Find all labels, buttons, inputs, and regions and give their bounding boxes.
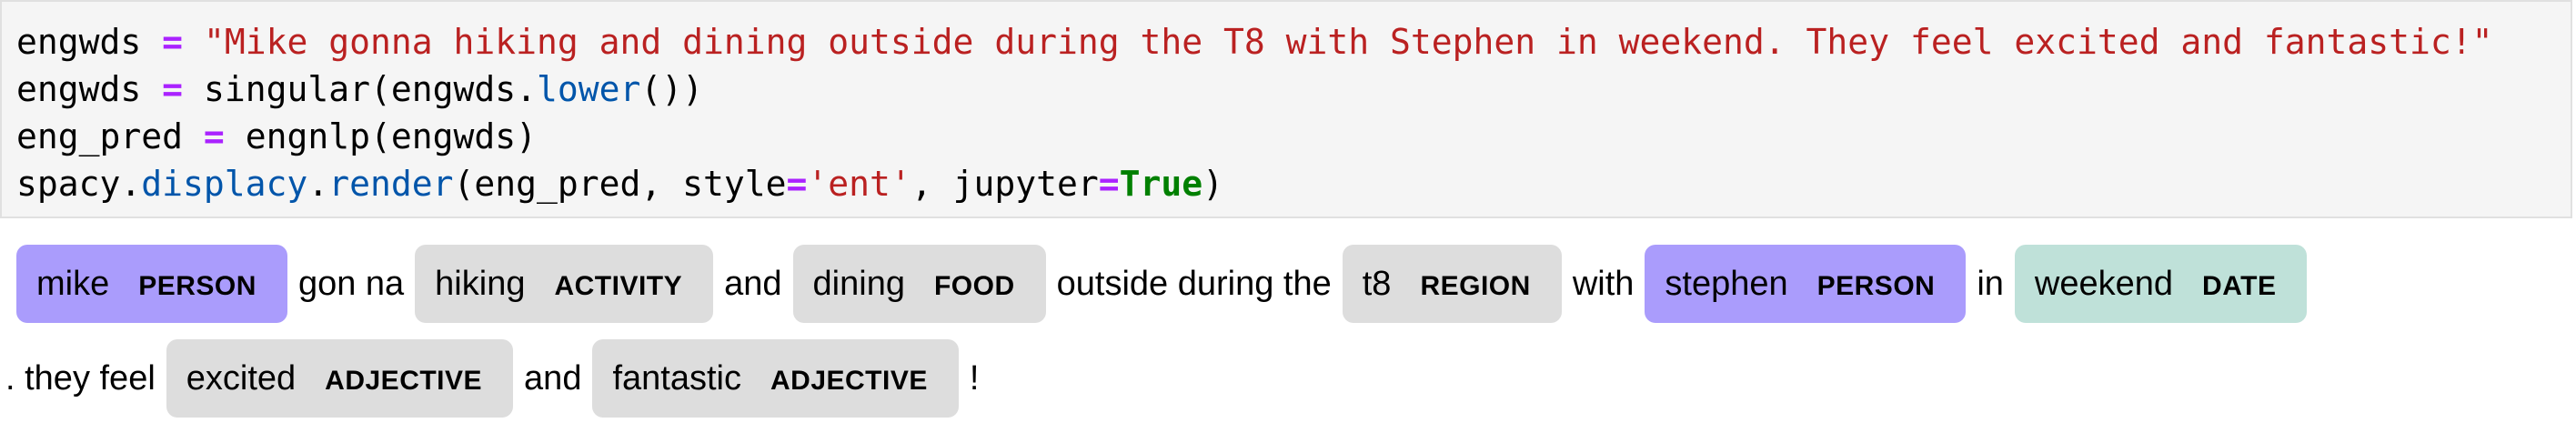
entity-label: ACTIVITY [554, 271, 683, 301]
plain-text: and [524, 359, 582, 398]
entity-text: excited [186, 358, 297, 398]
entity-label: REGION [1420, 271, 1531, 301]
code-operator: = [203, 116, 225, 156]
code-string: 'ent' [807, 164, 911, 204]
code-var: eng_pred [16, 116, 184, 156]
entity-label: FOOD [933, 271, 1015, 301]
code-cell[interactable]: engwds = "Mike gonna hiking and dining o… [0, 0, 2572, 218]
entity-label: ADJECTIVE [325, 366, 483, 396]
code-var: engwds [16, 22, 142, 62]
entity-label: PERSON [138, 271, 257, 301]
entity-region: t8 REGION [1342, 245, 1562, 323]
code-line-4: spacy.displacy.render(eng_pred, style='e… [16, 160, 1223, 207]
entity-text: fantastic [612, 358, 741, 398]
code-var: engwds [16, 69, 142, 109]
code-args: (eng_pred, style [453, 164, 787, 204]
code-line-2: engwds = singular(engwds.lower()) [16, 65, 703, 113]
entity-activity: hiking ACTIVITY [415, 245, 714, 323]
entity-person: mike PERSON [16, 245, 287, 323]
entity-adjective: fantastic ADJECTIVE [592, 339, 959, 418]
entity-text: stephen [1665, 264, 1788, 303]
code-operator: = [1098, 164, 1120, 204]
code-obj: spacy. [16, 164, 142, 204]
code-call-tail: ()) [640, 69, 704, 109]
entity-adjective: excited ADJECTIVE [166, 339, 514, 418]
entity-date: weekend DATE [2014, 245, 2308, 323]
entity-label: ADJECTIVE [770, 366, 928, 396]
code-call: engnlp(engwds) [245, 116, 537, 156]
code-module: displacy [141, 164, 308, 204]
code-dot: . [307, 164, 329, 204]
plain-text: outside during the [1056, 265, 1332, 303]
code-method: lower [537, 69, 641, 109]
code-operator: = [162, 69, 184, 109]
plain-text: ! [969, 359, 980, 398]
code-operator: = [162, 22, 184, 62]
entity-label: DATE [2202, 271, 2277, 301]
plain-text: with [1572, 265, 1635, 303]
code-line-3: eng_pred = engnlp(engwds) [16, 113, 537, 160]
entity-label: PERSON [1816, 271, 1936, 301]
code-args: , jupyter [911, 164, 1099, 204]
code-method: render [328, 164, 454, 204]
code-close: ) [1202, 164, 1224, 204]
entity-text: dining [812, 264, 905, 303]
entity-text: hiking [435, 264, 526, 303]
code-keyword: True [1119, 164, 1203, 204]
plain-text: in [1977, 265, 2004, 303]
output-row-1: mike PERSON gon na hiking ACTIVITY and dining F… [11, 244, 2312, 324]
entity-person: stephen PERSON [1645, 245, 1967, 323]
code-string: "Mike gonna hiking and dining outside du… [203, 22, 2493, 62]
output-row-2: . they feel excited ADJECTIVE and fantastic A… [0, 338, 984, 418]
entity-text: t8 [1362, 264, 1392, 303]
code-line-1: engwds = "Mike gonna hiking and dining o… [16, 18, 2493, 65]
entity-text: mike [36, 264, 110, 303]
code-call: singular(engwds. [203, 69, 537, 109]
entity-food: dining FOOD [792, 245, 1046, 323]
plain-text: . they feel [5, 359, 156, 398]
plain-text: gon na [297, 265, 405, 303]
entity-text: weekend [2034, 264, 2174, 303]
code-operator: = [786, 164, 808, 204]
plain-text: and [724, 265, 782, 303]
